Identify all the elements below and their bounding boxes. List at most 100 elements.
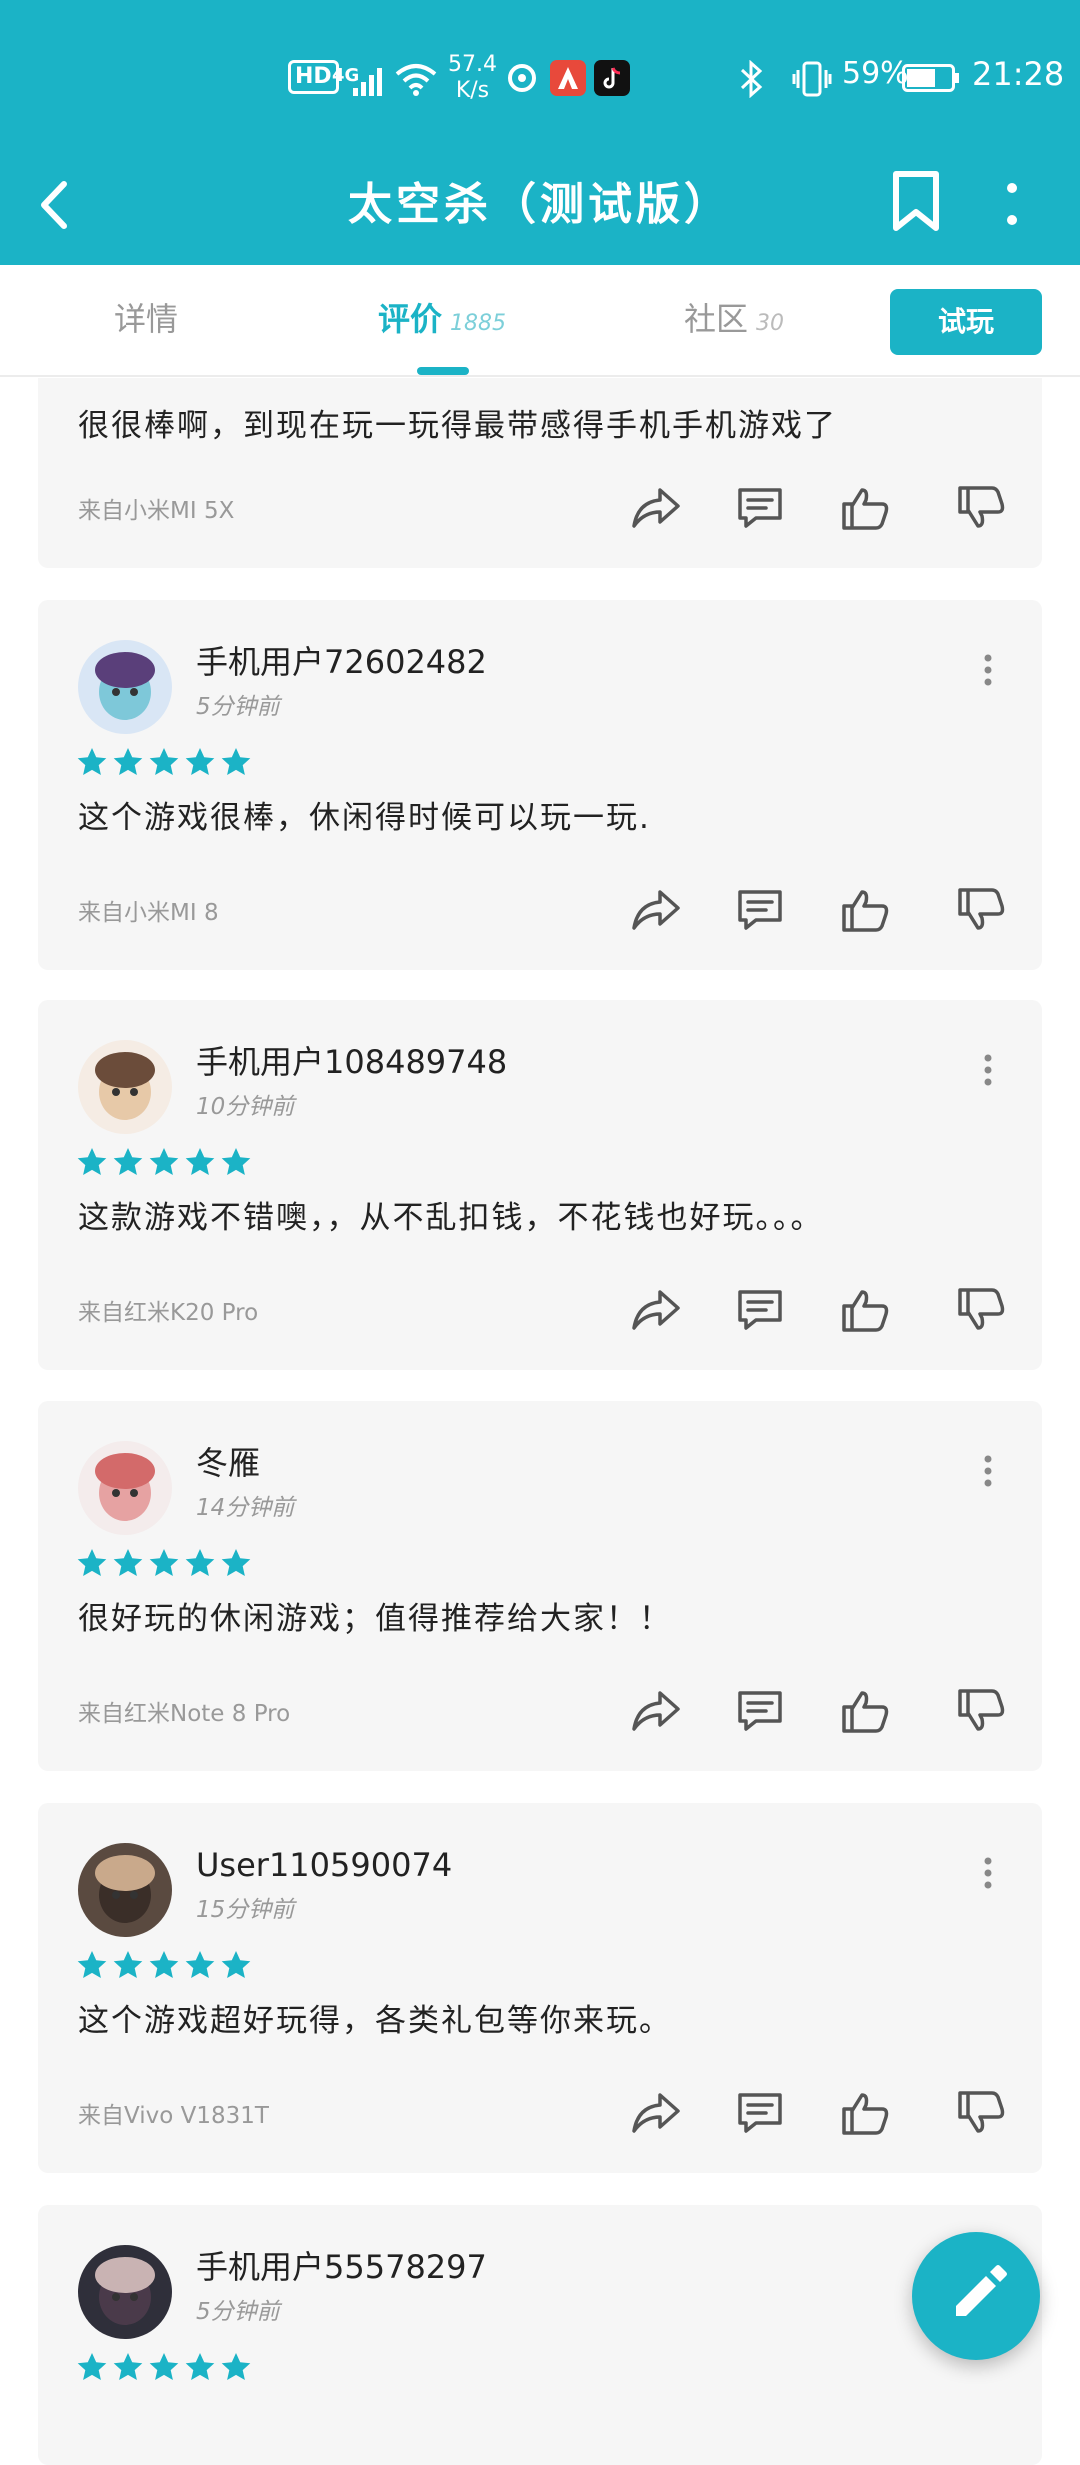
dislike-button[interactable]	[956, 886, 1008, 934]
star-icon	[221, 1951, 251, 1978]
share-button[interactable]	[630, 484, 682, 532]
avatar[interactable]	[78, 640, 172, 734]
username[interactable]: 手机用户72602482	[196, 640, 487, 684]
tab-label: 社区	[684, 300, 749, 338]
comment-icon	[738, 2093, 782, 2133]
device-info: 来自小米MI 8	[78, 900, 219, 926]
comment-button[interactable]	[734, 886, 786, 934]
rating-stars	[76, 1547, 252, 1579]
avatar[interactable]	[78, 1441, 172, 1535]
avatar[interactable]	[78, 1843, 172, 1937]
star-icon	[149, 1951, 179, 1978]
review-card[interactable]: 冬雁 14分钟前 很好玩的休闲游戏；值得推荐给大家！！ 来自红米Note 8 Pro	[38, 1401, 1042, 1771]
star-icon	[149, 1148, 179, 1175]
like-button[interactable]	[840, 1286, 892, 1334]
comment-button[interactable]	[734, 2089, 786, 2137]
wifi-icon	[395, 64, 437, 96]
netease-music-icon	[508, 64, 536, 92]
review-more-button[interactable]	[978, 1853, 998, 1893]
rating-stars	[76, 746, 252, 778]
star-icon	[77, 748, 107, 775]
comment-button[interactable]	[734, 1687, 786, 1735]
tab-community[interactable]: 社区 30	[684, 297, 784, 346]
star-icon	[185, 1549, 215, 1576]
more-options-button[interactable]	[1000, 166, 1024, 238]
review-card[interactable]: 手机用户55578297 5分钟前	[38, 2205, 1042, 2465]
active-tab-indicator	[417, 367, 469, 375]
bookmark-button[interactable]	[888, 166, 944, 238]
dislike-icon	[958, 1288, 1005, 1330]
like-icon	[842, 890, 889, 932]
share-button[interactable]	[630, 1286, 682, 1334]
review-card[interactable]: User110590074 15分钟前 这个游戏超好玩得，各类礼包等你来玩。 来自Vi…	[38, 1803, 1042, 2173]
rating-stars	[76, 2351, 252, 2383]
like-icon	[842, 1691, 889, 1733]
comment-button[interactable]	[734, 484, 786, 532]
star-icon	[77, 2353, 107, 2380]
status-bar: HD 4G 57.4 K/s 59% 21:28	[0, 0, 1080, 150]
review-content: 很很棒啊，到现在玩一玩得最带感得手机手机游戏了	[78, 408, 837, 444]
avatar[interactable]	[78, 1040, 172, 1134]
review-content: 很好玩的休闲游戏；值得推荐给大家！！	[78, 1601, 672, 1637]
star-icon	[113, 1951, 143, 1978]
star-icon	[221, 1549, 251, 1576]
signal-icon	[353, 68, 382, 96]
comment-icon	[738, 1290, 782, 1330]
rating-stars	[76, 1146, 252, 1178]
dislike-button[interactable]	[956, 1286, 1008, 1334]
review-more-button[interactable]	[978, 1451, 998, 1491]
tab-details[interactable]: 详情	[114, 297, 178, 341]
username[interactable]: 手机用户108489748	[196, 1040, 507, 1084]
device-info: 来自小米MI 5X	[78, 498, 235, 524]
star-icon	[77, 1148, 107, 1175]
tab-reviews[interactable]: 评价 1885	[378, 297, 506, 346]
review-card[interactable]: 手机用户72602482 5分钟前 这个游戏很棒，休闲得时候可以玩一玩. 来自小米MI…	[38, 600, 1042, 970]
username[interactable]: User110590074	[196, 1843, 452, 1887]
review-content: 这个游戏超好玩得，各类礼包等你来玩。	[78, 2003, 672, 2039]
write-review-button[interactable]	[912, 2232, 1040, 2360]
review-time: 15分钟前	[196, 1897, 295, 1923]
like-icon	[842, 488, 889, 530]
share-icon	[632, 2093, 680, 2133]
title-bar: 太空杀（测试版）	[0, 150, 1080, 265]
like-button[interactable]	[840, 484, 892, 532]
comment-button[interactable]	[734, 1286, 786, 1334]
comment-icon	[738, 890, 782, 930]
avatar[interactable]	[78, 2245, 172, 2339]
star-icon	[113, 1549, 143, 1576]
like-button[interactable]	[840, 2089, 892, 2137]
share-button[interactable]	[630, 2089, 682, 2137]
username[interactable]: 手机用户55578297	[196, 2245, 487, 2289]
star-icon	[113, 2353, 143, 2380]
star-icon	[185, 748, 215, 775]
review-more-button[interactable]	[978, 650, 998, 690]
tiktok-icon	[594, 60, 630, 96]
like-button[interactable]	[840, 1687, 892, 1735]
like-icon	[842, 1290, 889, 1332]
star-icon	[113, 1148, 143, 1175]
app-notification-icon	[550, 60, 586, 96]
vibrate-icon	[792, 61, 832, 97]
review-card[interactable]: 很很棒啊，到现在玩一玩得最带感得手机手机游戏了来自小米MI 5X	[38, 378, 1042, 568]
rating-stars	[76, 1949, 252, 1981]
star-icon	[149, 748, 179, 775]
like-button[interactable]	[840, 886, 892, 934]
username[interactable]: 冬雁	[196, 1441, 260, 1485]
star-icon	[221, 748, 251, 775]
dislike-icon	[958, 486, 1005, 528]
try-play-button[interactable]: 试玩	[890, 289, 1042, 355]
dislike-button[interactable]	[956, 1687, 1008, 1735]
reviews-count: 1885	[450, 311, 507, 336]
review-more-button[interactable]	[978, 1050, 998, 1090]
dislike-button[interactable]	[956, 484, 1008, 532]
review-card[interactable]: 手机用户108489748 10分钟前 这款游戏不错噢，，从不乱扣钱，不花钱也好玩。…	[38, 1000, 1042, 1370]
star-icon	[185, 1951, 215, 1978]
share-icon	[632, 1290, 680, 1330]
share-button[interactable]	[630, 886, 682, 934]
star-icon	[113, 748, 143, 775]
clock: 21:28	[972, 55, 1065, 93]
dislike-button[interactable]	[956, 2089, 1008, 2137]
share-button[interactable]	[630, 1687, 682, 1735]
comment-icon	[738, 488, 782, 528]
battery-icon	[902, 64, 959, 92]
